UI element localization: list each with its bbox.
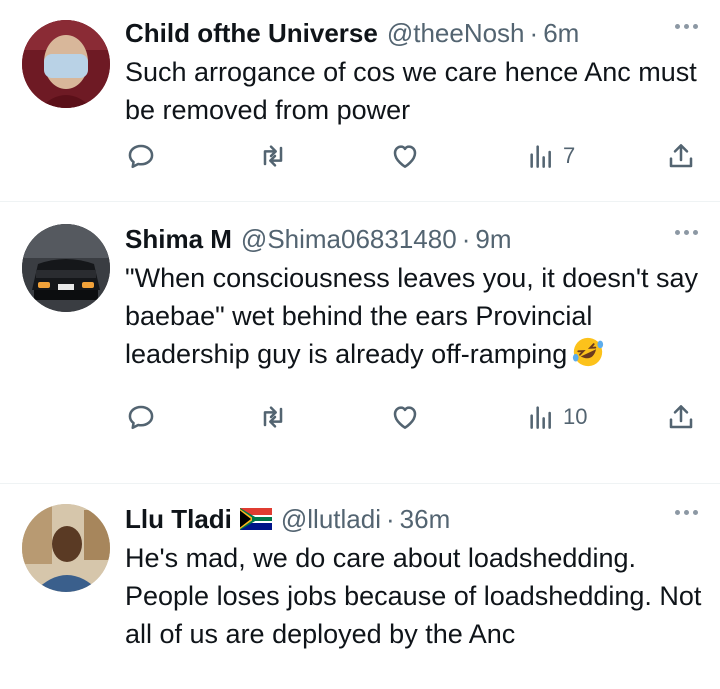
timestamp[interactable]: 6m <box>543 18 579 49</box>
share-icon <box>669 405 693 429</box>
reply-icon <box>128 405 154 430</box>
tweet-2[interactable]: Shima M @Shima06831480 · 9m "When consci… <box>0 202 720 484</box>
rolling-laughing-emoji-icon <box>573 337 604 367</box>
tweet-text: Such arrogance of cos we care hence Anc … <box>125 57 697 125</box>
reply-icon <box>128 144 154 169</box>
share-button[interactable] <box>665 401 697 433</box>
timestamp[interactable]: 9m <box>475 224 511 255</box>
user-handle[interactable]: @llutladi <box>281 504 381 535</box>
share-button[interactable] <box>665 140 697 172</box>
tweet-actions: 10 <box>125 401 700 441</box>
retweet-icon <box>263 145 283 167</box>
more-icon[interactable] <box>675 24 698 29</box>
separator: · <box>529 17 539 48</box>
display-name[interactable]: Child ofthe Universe <box>125 18 378 49</box>
reply-button[interactable] <box>125 401 157 433</box>
timestamp[interactable]: 36m <box>400 504 451 535</box>
separator: · <box>461 223 471 254</box>
avatar[interactable] <box>22 504 110 592</box>
tweet-content: Shima M @Shima06831480 · 9m "When consci… <box>125 222 700 373</box>
like-icon <box>393 145 417 168</box>
tweet-header: Llu Tladi @llutladi · 36m <box>125 502 700 536</box>
separator: · <box>386 503 395 534</box>
tweet-text: He's mad, we do care about loadshedding.… <box>125 543 702 649</box>
view-count: 7 <box>563 143 576 168</box>
retweet-button[interactable] <box>257 401 289 433</box>
like-button[interactable] <box>389 140 421 172</box>
tweet-1[interactable]: Child ofthe Universe @theeNosh · 6m Such… <box>0 0 720 202</box>
reply-button[interactable] <box>125 140 157 172</box>
tweet-content: Llu Tladi @llutladi · 36m He's mad, we d… <box>125 502 701 653</box>
like-button[interactable] <box>389 401 421 433</box>
display-name[interactable]: Shima M <box>125 224 232 255</box>
tweet-text-body: "When consciousness leaves you, it doesn… <box>125 263 699 369</box>
tweet-3[interactable]: Llu Tladi @llutladi · 36m He's mad, we d… <box>0 484 720 689</box>
display-name[interactable]: Llu Tladi <box>125 504 232 535</box>
avatar[interactable] <box>22 224 110 312</box>
like-icon <box>393 406 417 429</box>
views-icon <box>530 406 551 429</box>
view-count: 10 <box>563 404 588 429</box>
views-button[interactable]: 10 <box>525 401 587 433</box>
views-icon <box>530 145 551 168</box>
user-handle[interactable]: @theeNosh <box>387 18 525 49</box>
more-icon[interactable] <box>675 230 698 235</box>
tweet-content: Child ofthe Universe @theeNosh · 6m Such… <box>125 16 700 129</box>
tweet-text: "When consciousness leaves you, it doesn… <box>125 259 705 373</box>
views-button[interactable]: 7 <box>525 140 575 172</box>
retweet-icon <box>263 406 283 428</box>
tweet-actions: 7 <box>125 140 700 180</box>
avatar[interactable] <box>22 20 110 108</box>
share-icon <box>669 144 693 168</box>
user-handle[interactable]: @Shima06831480 <box>241 224 457 255</box>
tweet-header: Shima M @Shima06831480 · 9m <box>125 222 700 256</box>
tweet-header: Child ofthe Universe @theeNosh · 6m <box>125 16 700 50</box>
more-icon[interactable] <box>675 510 698 515</box>
south-africa-flag-icon <box>239 508 272 530</box>
retweet-button[interactable] <box>257 140 289 172</box>
